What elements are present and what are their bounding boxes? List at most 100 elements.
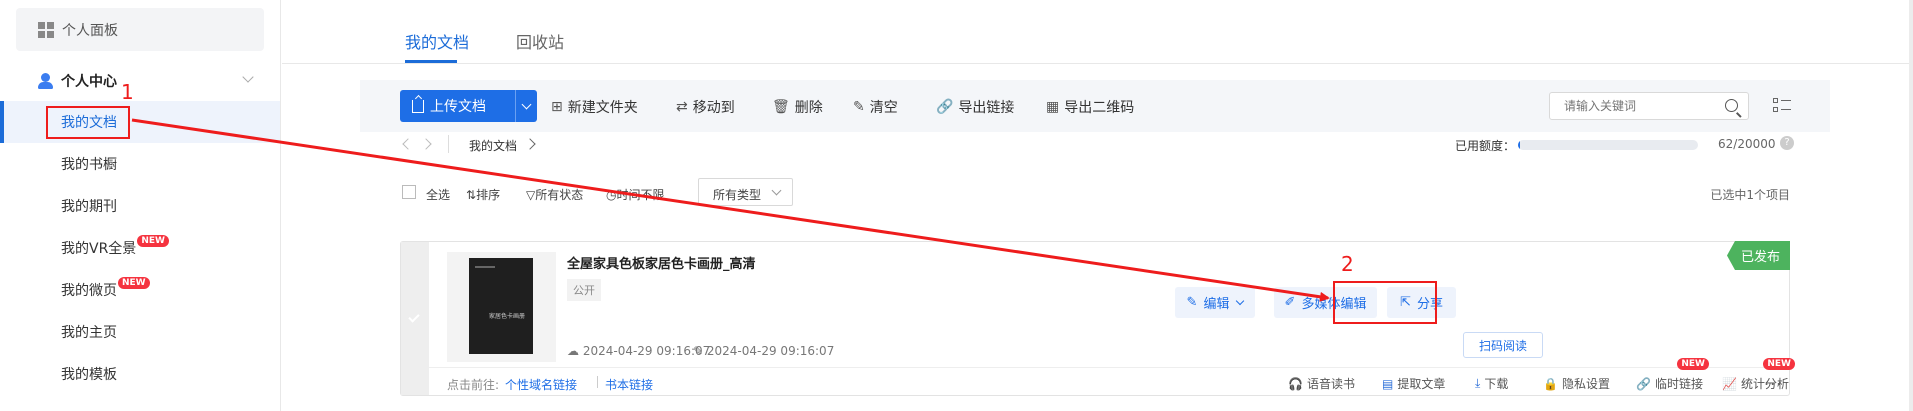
download-icon: ⤓ xyxy=(1475,376,1481,390)
download-button[interactable]: ⤓ 下载 xyxy=(1475,375,1508,392)
visibility-tag: 公开 xyxy=(567,279,601,301)
book-link[interactable]: 书本链接 xyxy=(605,376,653,393)
list-view-icon[interactable] xyxy=(1773,98,1791,114)
select-all-checkbox[interactable] xyxy=(402,185,416,199)
document-title[interactable]: 全屋家具色板家居色卡画册_高清 xyxy=(567,253,756,272)
selected-count: 已选中1个项目 xyxy=(1710,188,1790,202)
cover-title: 家居色卡画册 xyxy=(489,313,526,320)
sidebar-item-my-micropage[interactable]: 我的微页 NEW xyxy=(0,269,280,311)
annotation-box-step2 xyxy=(1333,281,1437,324)
annotation-number-2: 2 xyxy=(1341,252,1354,276)
more-options-icon[interactable]: ... xyxy=(1764,370,1782,389)
filter-bar: 全选 ⇅排序 ▽所有状态 ◷时间不限 所有类型 已选中1个项目 xyxy=(400,178,1790,206)
personal-center-label: 个人中心 xyxy=(61,74,117,90)
sidebar-item-my-documents[interactable]: 我的文档 xyxy=(0,101,280,143)
chevron-down-icon xyxy=(771,185,782,196)
new-badge: NEW xyxy=(118,277,150,289)
scan-read-button[interactable]: 扫码阅读 xyxy=(1463,332,1543,358)
back-arrow-icon[interactable] xyxy=(402,138,414,150)
new-folder-button[interactable]: ⊞ 新建文件夹 xyxy=(551,97,638,117)
upload-cloud-icon: ☁ xyxy=(567,344,583,358)
quota-progress-fill xyxy=(1518,140,1520,150)
new-badge: NEW xyxy=(137,235,169,247)
document-thumbnail[interactable]: 家居色卡画册 xyxy=(447,252,556,362)
type-select[interactable]: 所有类型 xyxy=(698,178,793,206)
divider xyxy=(448,135,449,153)
broom-icon: ✎ xyxy=(853,99,865,115)
folder-add-icon: ⊞ xyxy=(551,99,563,115)
tab-recycle-bin[interactable]: 回收站 xyxy=(516,29,564,53)
sidebar-item-label: 我的主页 xyxy=(61,325,117,341)
select-all-label[interactable]: 全选 xyxy=(426,186,450,203)
link-icon: 🔗 xyxy=(1636,376,1651,391)
forward-arrow-icon[interactable] xyxy=(420,138,432,150)
card-select-checkbox[interactable] xyxy=(401,242,429,395)
breadcrumb-chevron-icon xyxy=(524,138,536,150)
export-qrcode-button[interactable]: ▦ 导出二维码 xyxy=(1046,97,1134,117)
quota-label: 已用额度： xyxy=(1455,139,1516,153)
sidebar-item-label: 我的微页 xyxy=(61,283,117,299)
custom-domain-link[interactable]: 个性域名链接 xyxy=(505,376,577,393)
chevron-down-icon xyxy=(521,99,532,109)
upload-button-group: 上传文档 xyxy=(400,90,537,122)
sidebar-item-label: 我的书橱 xyxy=(61,157,117,173)
chart-line-icon: 📈 xyxy=(1722,376,1737,391)
upload-dropdown-button[interactable] xyxy=(515,90,537,122)
sort-icon: ⇅ xyxy=(466,188,477,202)
breadcrumb-my-documents[interactable]: 我的文档 xyxy=(469,137,517,154)
cover-line xyxy=(475,266,495,268)
divider xyxy=(597,376,598,388)
scrollbar[interactable] xyxy=(1909,0,1913,411)
sidebar-item-label: 我的模板 xyxy=(61,367,117,383)
status-filter[interactable]: ▽所有状态 xyxy=(526,186,583,203)
sidebar-item-label: 我的VR全景 xyxy=(61,241,137,257)
dashboard-icon xyxy=(38,21,54,38)
sidebar-item-my-templates[interactable]: 我的模板 xyxy=(0,353,280,395)
voice-read-button[interactable]: 🎧 语音读书 xyxy=(1288,375,1355,392)
upload-document-button[interactable]: 上传文档 xyxy=(400,90,515,122)
toolbar: 上传文档 ⊞ 新建文件夹 ⇄ 移动到 🗑 删除 ✎ 清空 🔗 导出链接 ▦ 导出二维码 xyxy=(360,80,1830,132)
document-extract-icon: ▤ xyxy=(1382,376,1394,391)
document-card[interactable]: 家居色卡画册 全屋家具色板家居色卡画册_高清 公开 ☁ 2024-04-29 0… xyxy=(400,241,1795,396)
search-icon[interactable] xyxy=(1725,99,1738,112)
active-tab-indicator xyxy=(405,60,457,63)
pencil-icon: ✎ xyxy=(1186,295,1198,310)
published-badge: 已发布 xyxy=(1726,241,1790,270)
extract-article-button[interactable]: ▤ 提取文章 xyxy=(1382,375,1445,392)
clock-icon: ◷ xyxy=(606,188,617,202)
quota-value: 62/20000 xyxy=(1718,137,1776,151)
personal-panel-button[interactable]: 个人面板 xyxy=(16,8,264,51)
delete-button[interactable]: 🗑 删除 xyxy=(772,97,823,117)
created-time: ☁ 2024-04-29 09:16:07 xyxy=(567,344,711,358)
sidebar-item-my-bookshelf[interactable]: 我的书橱 xyxy=(0,143,280,185)
multimedia-edit-icon: ✐ xyxy=(1284,295,1296,310)
search-input[interactable] xyxy=(1550,93,1710,119)
user-icon xyxy=(38,73,53,89)
move-icon: ⇄ xyxy=(676,99,688,115)
export-link-button[interactable]: 🔗 导出链接 xyxy=(936,97,1014,117)
chevron-down-icon xyxy=(242,71,254,83)
sidebar-item-my-periodicals[interactable]: 我的期刊 xyxy=(0,185,280,227)
modified-time: ✎ 2024-04-29 09:16:07 xyxy=(693,344,835,358)
temp-link-button[interactable]: 🔗 临时链接 NEW xyxy=(1636,358,1709,392)
tab-my-documents[interactable]: 我的文档 xyxy=(405,29,469,53)
sidebar: 个人面板 个人中心 我的文档 我的书橱 我的期刊 我的VR全景 NEW 我的微页… xyxy=(0,0,281,411)
annotation-number-1: 1 xyxy=(121,80,134,104)
tab-bar: 我的文档 回收站 xyxy=(282,0,1912,64)
quota-progress-bar xyxy=(1518,140,1698,150)
help-icon[interactable]: ? xyxy=(1780,136,1794,150)
privacy-settings-button[interactable]: 🔒 隐私设置 xyxy=(1543,375,1610,392)
move-to-button[interactable]: ⇄ 移动到 xyxy=(676,97,735,117)
edit-button[interactable]: ✎ 编辑 xyxy=(1175,287,1255,318)
personal-center-group[interactable]: 个人中心 xyxy=(16,66,264,96)
link-icon: 🔗 xyxy=(936,99,954,115)
filter-icon: ▽ xyxy=(526,188,536,202)
time-filter[interactable]: ◷时间不限 xyxy=(606,186,665,203)
new-badge: NEW xyxy=(1677,358,1709,370)
sidebar-item-my-homepage[interactable]: 我的主页 xyxy=(0,311,280,353)
qrcode-icon: ▦ xyxy=(1046,99,1060,115)
trash-icon: 🗑 xyxy=(772,99,790,115)
clear-button[interactable]: ✎ 清空 xyxy=(853,97,898,117)
sidebar-item-my-vr[interactable]: 我的VR全景 NEW xyxy=(0,227,280,269)
sort-filter[interactable]: ⇅排序 xyxy=(466,186,500,203)
